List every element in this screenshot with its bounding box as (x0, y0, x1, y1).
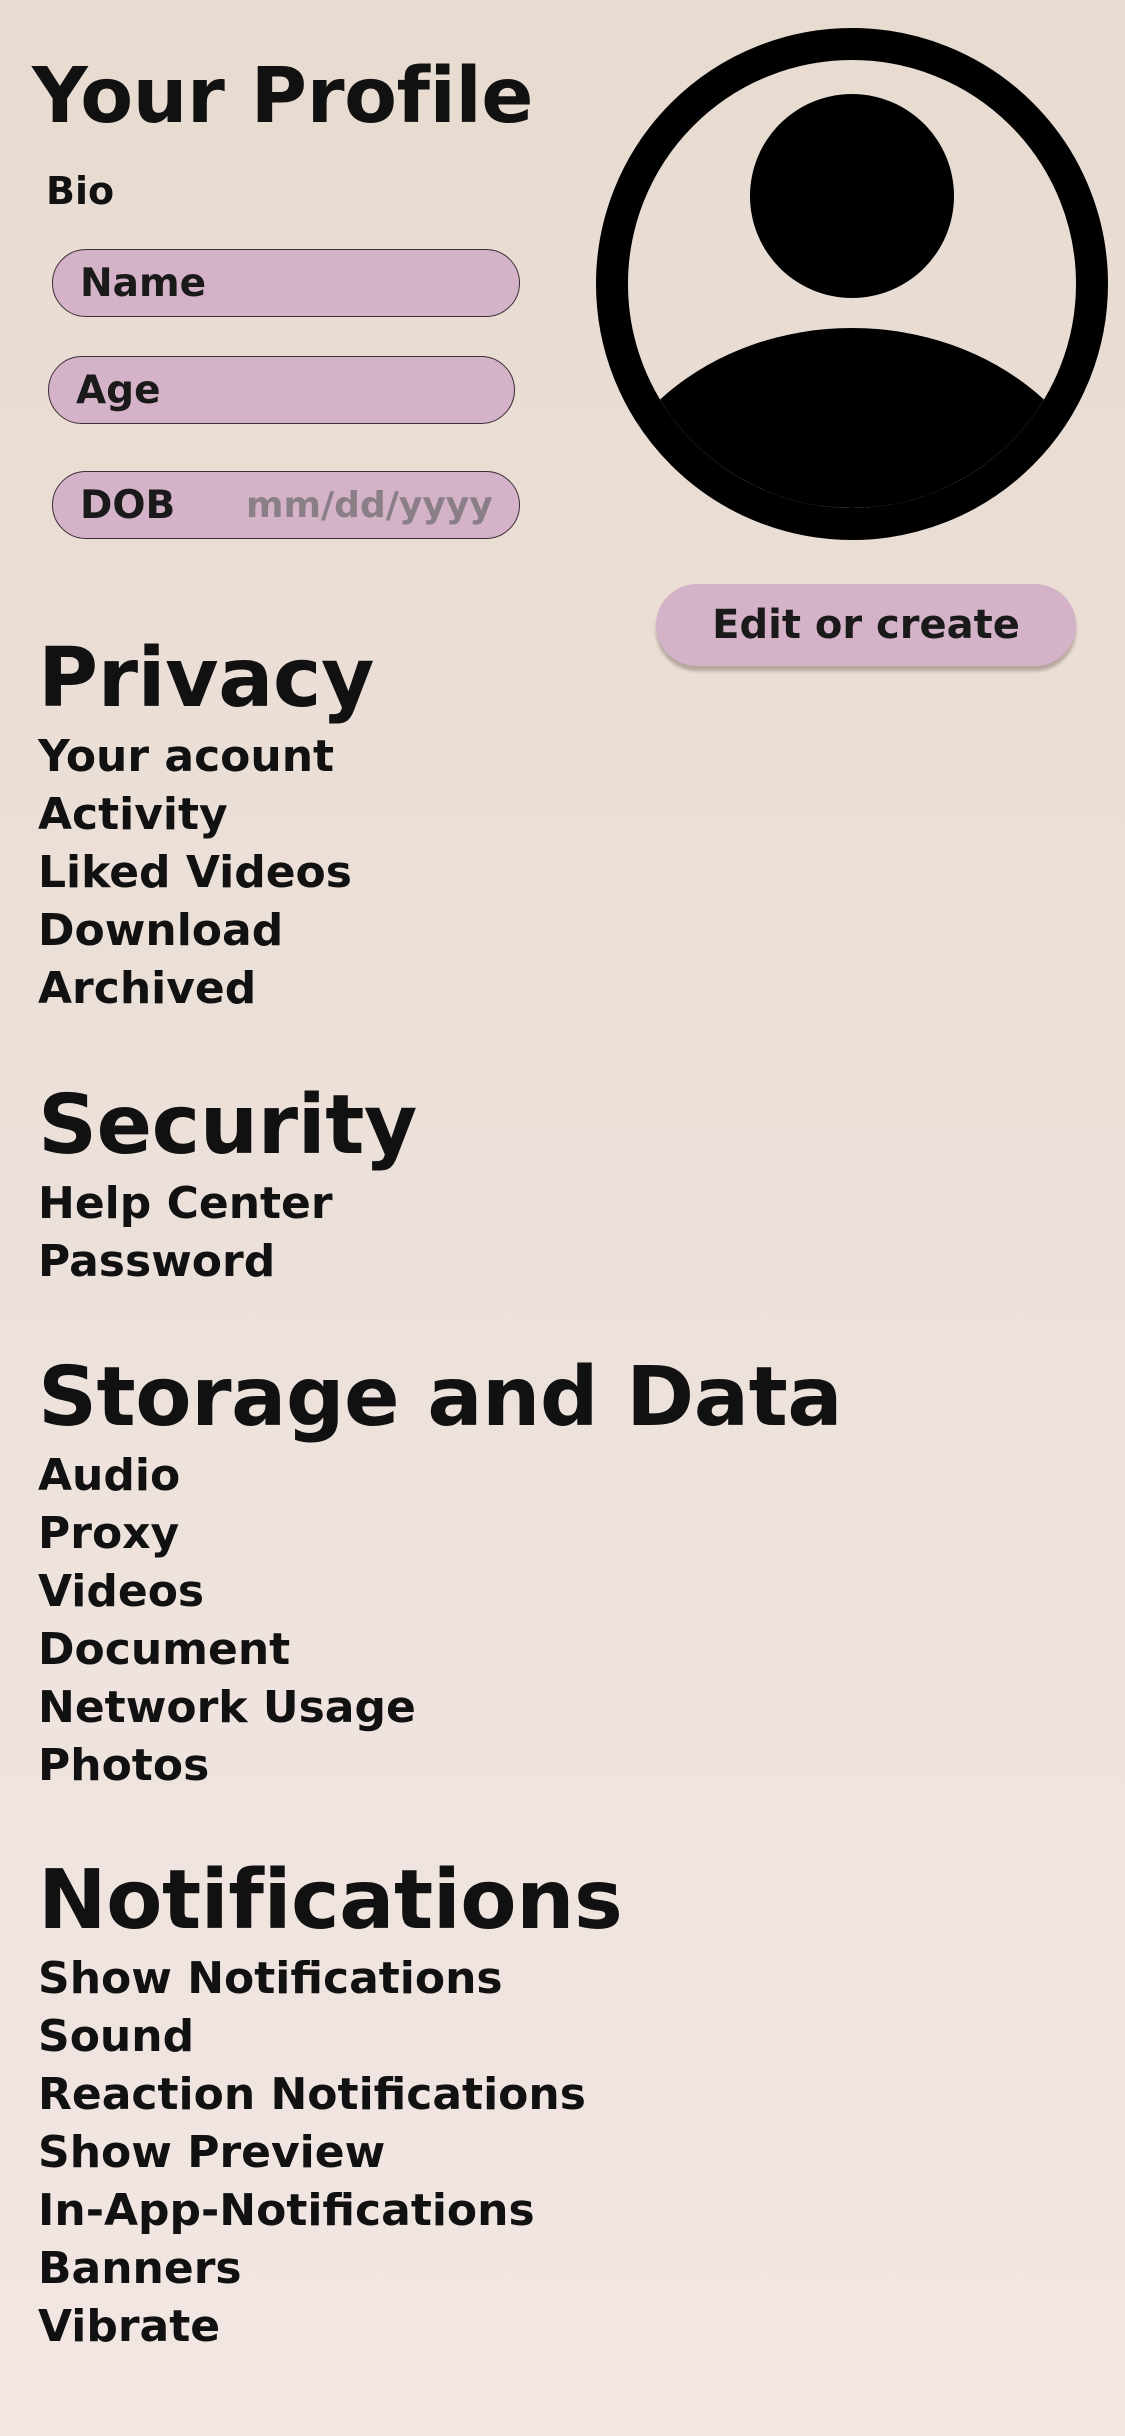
privacy-section: Privacy Your acount Activity Liked Video… (38, 631, 375, 1018)
name-field[interactable]: Name (52, 249, 520, 317)
privacy-item-activity[interactable]: Activity (38, 786, 374, 844)
storage-item-photos[interactable]: Photos (38, 1737, 842, 1795)
security-item-password[interactable]: Password (38, 1233, 417, 1291)
dob-field-label: DOB (80, 482, 176, 528)
user-avatar-icon (596, 28, 1108, 540)
notifications-title: Notifications (38, 1853, 623, 1948)
name-field-label: Name (80, 260, 207, 306)
notifications-section: Notifications Show Notifications Sound R… (38, 1853, 623, 2356)
privacy-item-download[interactable]: Download (38, 902, 374, 960)
dob-input[interactable] (246, 482, 496, 528)
privacy-item-your-account[interactable]: Your acount (38, 728, 374, 786)
age-field-label: Age (76, 367, 161, 413)
storage-section: Storage and Data Audio Proxy Videos Docu… (38, 1350, 843, 1795)
bio-label: Bio (46, 169, 115, 213)
age-field[interactable]: Age (48, 356, 515, 424)
notifications-item-banners[interactable]: Banners (38, 2240, 622, 2298)
privacy-item-archived[interactable]: Archived (38, 960, 374, 1018)
dob-field[interactable]: DOB (52, 471, 520, 539)
storage-item-document[interactable]: Document (38, 1621, 842, 1679)
notifications-item-vibrate[interactable]: Vibrate (38, 2298, 622, 2356)
security-title: Security (38, 1078, 417, 1173)
storage-item-network-usage[interactable]: Network Usage (38, 1679, 842, 1737)
privacy-item-liked-videos[interactable]: Liked Videos (38, 844, 374, 902)
security-section: Security Help Center Password (38, 1085, 417, 1291)
storage-item-audio[interactable]: Audio (38, 1447, 842, 1505)
avatar[interactable] (596, 28, 1108, 540)
privacy-title: Privacy (38, 631, 375, 726)
storage-item-proxy[interactable]: Proxy (38, 1505, 842, 1563)
notifications-item-sound[interactable]: Sound (38, 2008, 622, 2066)
storage-title: Storage and Data (38, 1350, 843, 1445)
notifications-item-reaction-notifications[interactable]: Reaction Notifications (38, 2066, 622, 2124)
edit-or-create-button[interactable]: Edit or create (656, 584, 1076, 666)
page-title: Your Profile (32, 52, 534, 141)
notifications-item-show-notifications[interactable]: Show Notifications (38, 1950, 622, 2008)
notifications-item-in-app-notifications[interactable]: In-App-Notifications (38, 2182, 622, 2240)
notifications-item-show-preview[interactable]: Show Preview (38, 2124, 622, 2182)
storage-item-videos[interactable]: Videos (38, 1563, 842, 1621)
security-item-help-center[interactable]: Help Center (38, 1175, 417, 1233)
